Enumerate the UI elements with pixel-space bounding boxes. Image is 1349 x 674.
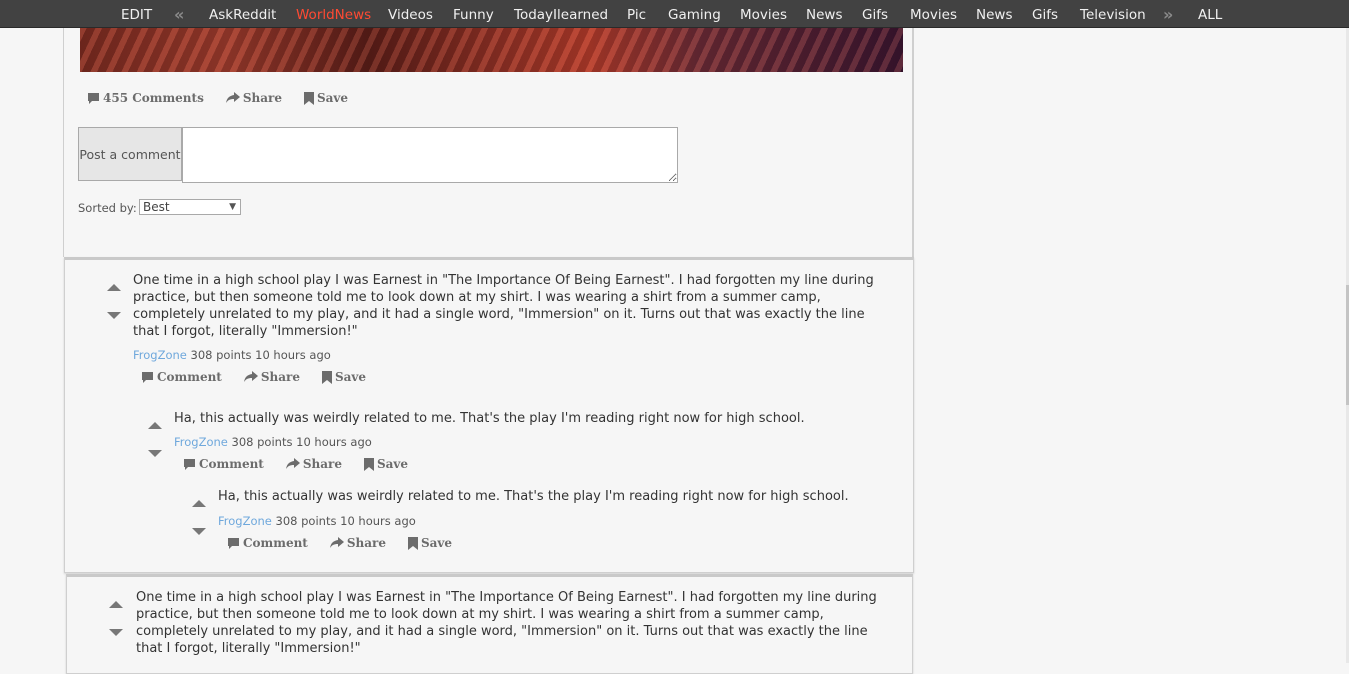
share-label: Share	[302, 457, 342, 471]
nav-item-funny[interactable]: Funny	[453, 7, 494, 23]
share-label: Share	[242, 91, 282, 105]
double-chevron-left-icon[interactable]: «	[174, 5, 184, 24]
save-label: Save	[420, 536, 453, 550]
bookmark-icon	[303, 91, 314, 105]
share-icon	[243, 371, 258, 382]
comment-actions: Comment Share Save	[141, 370, 388, 384]
comment-meta: FrogZone 308 points 10 hours ago	[133, 348, 331, 362]
comments-count: 455 Comments	[103, 91, 204, 105]
bookmark-icon	[363, 457, 374, 471]
upvote-arrow-icon[interactable]	[109, 601, 123, 608]
save-label: Save	[376, 457, 409, 471]
comment-icon	[228, 537, 239, 549]
top-nav: EDIT « AskReddit WorldNews Videos Funny …	[0, 0, 1349, 28]
bookmark-icon	[407, 536, 418, 550]
save-button[interactable]: Save	[321, 370, 367, 384]
upvote-arrow-icon[interactable]	[107, 284, 121, 291]
downvote-arrow-icon[interactable]	[148, 450, 162, 457]
reply-label: Comment	[199, 457, 264, 471]
reply-points: 308 points	[275, 514, 337, 528]
save-button[interactable]: Save	[363, 457, 409, 471]
comment-thread: One time in a high school play I was Ear…	[64, 257, 914, 573]
nav-item-worldnews[interactable]: WorldNews	[296, 7, 371, 23]
share-label: Share	[260, 370, 300, 384]
upvote-arrow-icon[interactable]	[148, 422, 162, 429]
reply-time: 10 hours ago	[296, 435, 372, 449]
post-actions: 455 Comments Share Save	[87, 91, 370, 105]
reply-actions: Comment Share Save	[227, 536, 474, 550]
reply-meta: FrogZone 308 points 10 hours ago	[174, 435, 372, 449]
reply-author[interactable]: FrogZone	[218, 514, 272, 528]
post-comment-button[interactable]: Post a comment	[78, 127, 182, 181]
nav-item-television[interactable]: Television	[1080, 7, 1146, 23]
share-icon	[329, 537, 344, 548]
nav-item-movies-2[interactable]: Movies	[910, 7, 957, 23]
reply-button[interactable]: Comment	[227, 536, 308, 550]
share-label: Share	[346, 536, 386, 550]
nav-item-gaming[interactable]: Gaming	[668, 7, 721, 23]
comment-text: One time in a high school play I was Ear…	[136, 590, 877, 656]
upvote-arrow-icon[interactable]	[192, 500, 206, 507]
comment-icon	[142, 371, 153, 383]
comment-points: 308 points	[190, 348, 252, 362]
comment-textarea[interactable]	[182, 127, 678, 183]
reply-points: 308 points	[231, 435, 293, 449]
downvote-arrow-icon[interactable]	[192, 528, 206, 535]
reply-label: Comment	[157, 370, 222, 384]
post-image[interactable]	[80, 28, 903, 72]
nav-edit-link[interactable]: EDIT	[121, 7, 152, 23]
reply-author[interactable]: FrogZone	[174, 435, 228, 449]
nav-item-askreddit[interactable]: AskReddit	[209, 7, 276, 23]
comment-icon	[88, 92, 99, 104]
downvote-arrow-icon[interactable]	[109, 629, 123, 636]
share-icon	[225, 92, 240, 103]
reply-label: Comment	[243, 536, 308, 550]
nav-item-videos[interactable]: Videos	[388, 7, 433, 23]
share-icon	[285, 458, 300, 469]
sort-label: Sorted by:	[78, 201, 137, 215]
nav-item-todayilearned[interactable]: TodayIlearned	[514, 7, 608, 23]
nav-item-pic[interactable]: Pic	[627, 7, 646, 23]
nav-item-news[interactable]: News	[806, 7, 842, 23]
reply-button[interactable]: Comment	[183, 457, 264, 471]
save-label: Save	[334, 370, 367, 384]
save-label: Save	[316, 91, 349, 105]
reply-time: 10 hours ago	[340, 514, 416, 528]
sort-select[interactable]: Best ▼	[139, 199, 241, 215]
nav-item-all[interactable]: ALL	[1198, 7, 1222, 23]
comment-time: 10 hours ago	[255, 348, 331, 362]
nav-item-news-2[interactable]: News	[976, 7, 1012, 23]
nav-item-gifs-2[interactable]: Gifs	[1032, 7, 1058, 23]
downvote-arrow-icon[interactable]	[107, 312, 121, 319]
double-chevron-right-icon[interactable]: »	[1163, 5, 1173, 24]
reply-meta: FrogZone 308 points 10 hours ago	[218, 514, 416, 528]
sort-value: Best	[143, 200, 170, 214]
share-button[interactable]: Share	[225, 91, 282, 105]
comment-thread: One time in a high school play I was Ear…	[66, 574, 913, 674]
nav-item-gifs[interactable]: Gifs	[862, 7, 888, 23]
reply-text: Ha, this actually was weirdly related to…	[218, 489, 849, 504]
comment-text: One time in a high school play I was Ear…	[133, 273, 874, 339]
comments-button[interactable]: 455 Comments	[87, 91, 204, 105]
reply-text: Ha, this actually was weirdly related to…	[174, 411, 805, 426]
reply-actions: Comment Share Save	[183, 457, 430, 471]
share-button[interactable]: Share	[285, 457, 342, 471]
bookmark-icon	[321, 370, 332, 384]
save-button[interactable]: Save	[407, 536, 453, 550]
share-button[interactable]: Share	[329, 536, 386, 550]
comment-icon	[184, 458, 195, 470]
dropdown-arrow-icon: ▼	[229, 202, 236, 212]
comment-author[interactable]: FrogZone	[133, 348, 187, 362]
share-button[interactable]: Share	[243, 370, 300, 384]
nav-item-movies[interactable]: Movies	[740, 7, 787, 23]
reply-button[interactable]: Comment	[141, 370, 222, 384]
save-button[interactable]: Save	[303, 91, 349, 105]
